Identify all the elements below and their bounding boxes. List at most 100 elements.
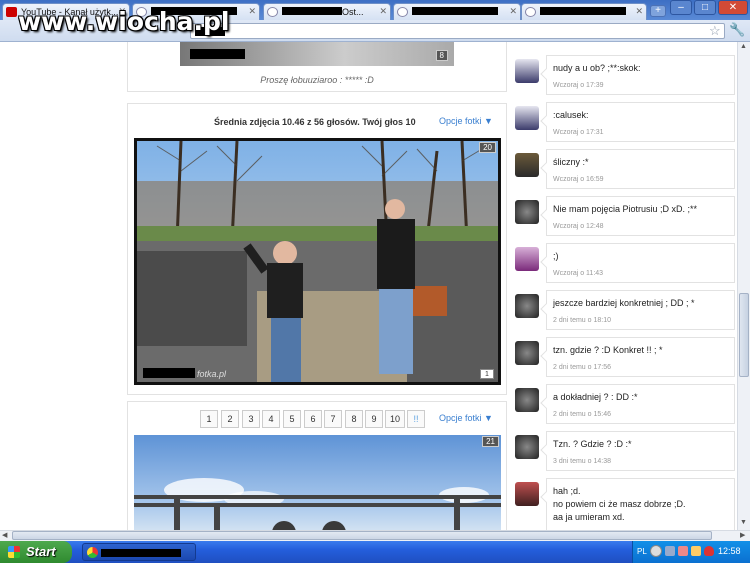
- avatar[interactable]: [515, 200, 539, 224]
- language-indicator[interactable]: PL: [637, 547, 647, 556]
- photo-caption: Proszę łobuuziaroo : ***** :D: [260, 75, 374, 85]
- redacted-title: [412, 7, 498, 15]
- cemetery-photo: [137, 141, 498, 382]
- comment-time: 2 dni temu o 18:10: [553, 317, 611, 324]
- vote-4-button[interactable]: 4: [262, 410, 280, 428]
- comment: hah ;d. no powiem ci że masz dobrze ;D. …: [540, 478, 735, 530]
- page-icon: [267, 7, 278, 17]
- clock: 12:58: [718, 546, 741, 556]
- maximize-button[interactable]: □: [694, 0, 716, 15]
- next-photo[interactable]: 21: [134, 435, 501, 530]
- vote-3-button[interactable]: 3: [242, 410, 260, 428]
- windows-logo-icon: [8, 546, 20, 558]
- close-icon[interactable]: ✕: [635, 6, 643, 17]
- scroll-left-icon[interactable]: ◀: [2, 531, 7, 539]
- horizontal-scroll-thumb[interactable]: [12, 531, 712, 540]
- avatar[interactable]: [515, 341, 539, 365]
- main-photo[interactable]: 20 fotka.pl 1: [134, 138, 501, 385]
- page-icon: [525, 7, 536, 17]
- redacted-title: [282, 7, 342, 15]
- comment-text: a dokładniej ? : DD :*: [553, 392, 638, 402]
- comment: a dokładniej ? : DD :* 2 dni temu o 15:46: [540, 384, 735, 424]
- comment-text: ;): [553, 251, 559, 261]
- comment-text: jeszcze bardziej konkretniej ; DD ; *: [553, 298, 695, 308]
- comment: :calusek: Wczoraj o 17:31: [540, 102, 735, 142]
- comment-text: hah ;d.: [553, 486, 581, 496]
- photo-counter: 20: [479, 142, 496, 153]
- security-shield-icon[interactable]: [704, 546, 714, 556]
- watermark-logo: www.wiocha.pl: [18, 7, 230, 36]
- comment-text-line: aa ja umieram xd.: [553, 512, 625, 522]
- scroll-down-icon[interactable]: ▼: [740, 519, 747, 526]
- close-icon[interactable]: ✕: [509, 6, 517, 17]
- close-window-button[interactable]: ✕: [718, 0, 748, 15]
- comment-time: Wczoraj o 16:59: [553, 176, 604, 183]
- vote-9-button[interactable]: 9: [365, 410, 383, 428]
- comment: nudy a u ob? ;**:skok: Wczoraj o 17:39: [540, 55, 735, 95]
- avatar[interactable]: [515, 247, 539, 271]
- redacted-name: [190, 49, 245, 59]
- tray-icon[interactable]: [665, 546, 675, 556]
- vote-2-button[interactable]: 2: [221, 410, 239, 428]
- new-tab-button[interactable]: +: [650, 5, 666, 17]
- vote-5-button[interactable]: 5: [283, 410, 301, 428]
- address-bar[interactable]: [190, 23, 725, 39]
- photo-options-link[interactable]: Opcje fotki ▼: [439, 116, 493, 126]
- comment-text: śliczny :*: [553, 157, 589, 167]
- tab-5[interactable]: ✕: [521, 3, 647, 20]
- avatar[interactable]: [515, 106, 539, 130]
- photo-counter: 8: [435, 50, 448, 61]
- comment-text-line: no powiem ci że masz dobrze ;D.: [553, 499, 686, 509]
- vertical-scroll-thumb[interactable]: [739, 293, 749, 377]
- avatar[interactable]: [515, 294, 539, 318]
- minimize-button[interactable]: –: [670, 0, 692, 15]
- photo-rating: Średnia zdjęcia 10.46 z 56 głosów. Twój …: [214, 117, 416, 127]
- comment-time: Wczoraj o 11:43: [553, 270, 604, 277]
- star-icon[interactable]: ☆: [709, 23, 721, 39]
- redacted-window-title: [101, 549, 181, 557]
- comment-text: Nie mam pojęcia Piotrusiu ;D xD. ;**: [553, 204, 698, 214]
- photo-counter: 21: [482, 436, 499, 447]
- tray-icon[interactable]: [650, 545, 662, 557]
- comment-time: Wczoraj o 12:48: [553, 223, 604, 230]
- comment-time: 2 dni temu o 15:46: [553, 411, 611, 418]
- avatar[interactable]: [515, 435, 539, 459]
- scroll-up-icon[interactable]: ▲: [740, 43, 747, 50]
- comment: Nie mam pojęcia Piotrusiu ;D xD. ;** Wczo…: [540, 196, 735, 236]
- avatar[interactable]: [515, 59, 539, 83]
- tab-4[interactable]: ✕: [393, 3, 521, 20]
- comment: jeszcze bardziej konkretniej ; DD ; * 2 d…: [540, 290, 735, 330]
- vote-8-button[interactable]: 8: [345, 410, 363, 428]
- vote-6-button[interactable]: 6: [304, 410, 322, 428]
- tab-3[interactable]: Ost... ✕: [263, 3, 391, 20]
- sky-photo: [134, 478, 501, 530]
- vote-super-button[interactable]: !!: [407, 410, 425, 428]
- avatar[interactable]: [515, 482, 539, 506]
- avatar[interactable]: [515, 388, 539, 412]
- close-icon[interactable]: ✕: [379, 6, 387, 17]
- comment-time: 3 dni temu o 14:38: [553, 458, 611, 465]
- previous-photo[interactable]: 8: [180, 42, 454, 66]
- comment-time: Wczoraj o 17:31: [553, 129, 604, 136]
- redacted-title: [540, 7, 626, 15]
- vote-10-button[interactable]: 10: [385, 410, 405, 428]
- tray-icon[interactable]: [691, 546, 701, 556]
- photo-options-link[interactable]: Opcje fotki ▼: [439, 413, 493, 423]
- wrench-icon[interactable]: 🔧: [729, 22, 745, 38]
- vote-7-button[interactable]: 7: [324, 410, 342, 428]
- comment-text: nudy a u ob? ;**:skok:: [553, 63, 641, 73]
- vote-1-button[interactable]: 1: [200, 410, 218, 428]
- taskbar-chrome-window[interactable]: [82, 543, 196, 561]
- vertical-scrollbar[interactable]: [737, 42, 750, 530]
- photo-page-indicator: 1: [480, 369, 494, 379]
- comment: tzn. gdzie ? :D Konkret !! ; * 2 dni temu…: [540, 337, 735, 377]
- comment-time: Wczoraj o 17:39: [553, 82, 604, 89]
- tray-icon[interactable]: [678, 546, 688, 556]
- photo-watermark: fotka.pl: [197, 369, 227, 379]
- comment-text: :calusek:: [553, 110, 589, 120]
- close-icon[interactable]: ✕: [248, 6, 256, 17]
- page-icon: [397, 7, 408, 17]
- scroll-right-icon[interactable]: ▶: [740, 531, 745, 539]
- avatar[interactable]: [515, 153, 539, 177]
- youtube-icon: [6, 7, 17, 17]
